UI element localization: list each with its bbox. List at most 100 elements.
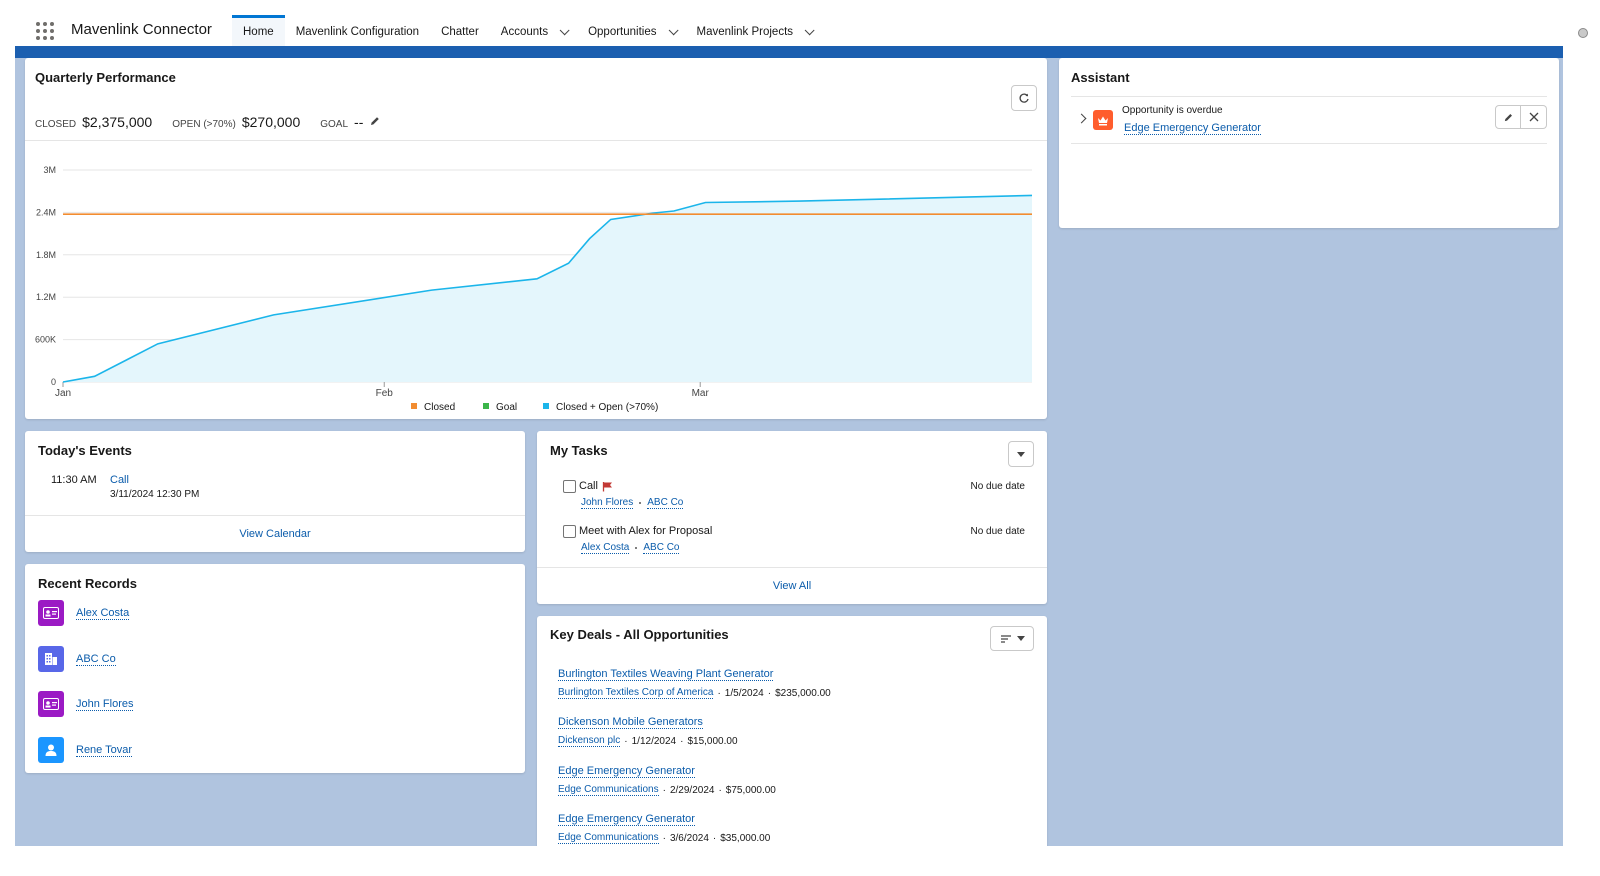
list-item: Edge Emergency Generator Edge Communicat…: [558, 809, 770, 844]
list-item: Alex Costa: [38, 600, 130, 626]
account-icon: [38, 646, 64, 672]
deal-link[interactable]: Burlington Textiles Weaving Plant Genera…: [558, 668, 774, 681]
contact-icon: [38, 600, 64, 626]
task-due-date: No due date: [970, 481, 1026, 492]
tab-opportunities[interactable]: Opportunities: [577, 15, 685, 46]
series-area: [63, 195, 1032, 382]
app-launcher-icon[interactable]: [36, 22, 54, 40]
deal-amount: $235,000.00: [775, 687, 831, 699]
tasks-menu-button[interactable]: [1008, 441, 1034, 467]
filter-list-icon: [1000, 634, 1011, 643]
assistant-item-text: Opportunity is overdue: [1122, 105, 1223, 116]
contact-icon: [38, 691, 64, 717]
task-what-link[interactable]: ABC Co: [647, 497, 684, 509]
todays-events-card: Today's Events 11:30 AM Call 3/11/2024 1…: [25, 431, 525, 552]
list-item: ABC Co: [38, 646, 116, 672]
chevron-down-icon[interactable]: [668, 24, 679, 35]
close-icon: [1529, 112, 1538, 122]
deals-filter-button[interactable]: [990, 626, 1034, 651]
record-link[interactable]: Rene Tovar: [76, 744, 133, 757]
legend-swatch: [483, 403, 489, 409]
record-link[interactable]: John Flores: [76, 698, 134, 711]
deal-account-link[interactable]: Burlington Textiles Corp of America: [558, 687, 714, 699]
list-item: Dickenson Mobile Generators Dickenson pl…: [558, 712, 738, 747]
chevron-right-icon[interactable]: [1076, 113, 1087, 124]
assistant-item-link[interactable]: Edge Emergency Generator: [1124, 122, 1261, 135]
deal-amount: $35,000.00: [720, 832, 771, 844]
performance-chart: 0 600K 1.2M 1.8M 2.4M 3M Jan Feb Mar Closed Goal Cl…: [35, 165, 1033, 413]
event-link[interactable]: Call: [110, 474, 129, 486]
tab-mavenlink-configuration[interactable]: Mavenlink Configuration: [285, 15, 430, 46]
user-icon: [38, 737, 64, 763]
assistant-item: Opportunity is overdue Edge Emergency Ge…: [1071, 96, 1547, 144]
chevron-down-icon[interactable]: [559, 24, 570, 35]
assistant-card: Assistant Opportunity is overdue Edge Em…: [1059, 58, 1559, 228]
task-title-text: Meet with Alex for Proposal: [579, 525, 713, 537]
tab-home[interactable]: Home: [232, 15, 285, 46]
deal-meta: Dickenson plc · 1/12/2024 · $15,000.00: [558, 735, 738, 747]
task-checkbox[interactable]: [563, 480, 576, 493]
deal-date: 1/12/2024: [631, 735, 677, 747]
deal-link[interactable]: Edge Emergency Generator: [558, 765, 695, 778]
deal-account-link[interactable]: Dickenson plc: [558, 735, 621, 747]
task-title-text: Call: [579, 480, 598, 492]
task-related: John Flores ABC Co: [581, 497, 684, 509]
tab-mavenlink-projects[interactable]: Mavenlink Projects: [686, 15, 823, 46]
y-tick-label: 1.2M: [36, 292, 56, 302]
deal-account-link[interactable]: Edge Communications: [558, 784, 659, 796]
edit-button[interactable]: [1495, 105, 1521, 129]
deal-link[interactable]: Dickenson Mobile Generators: [558, 716, 703, 729]
list-item: Edge Emergency Generator Edge Communicat…: [558, 761, 776, 796]
my-tasks-card: My Tasks Call No due date John Flores AB…: [537, 431, 1047, 604]
event-time: 11:30 AM: [51, 474, 97, 486]
card-title: My Tasks: [550, 443, 608, 458]
link-label: View Calendar: [239, 528, 311, 540]
task-who-link[interactable]: Alex Costa: [581, 542, 630, 554]
deal-date: 1/5/2024: [724, 687, 764, 699]
separator: ·: [717, 687, 721, 699]
separator: ·: [712, 832, 717, 844]
task-due-date: No due date: [970, 526, 1026, 537]
tab-accounts[interactable]: Accounts: [490, 15, 577, 46]
flag-icon: [602, 481, 612, 491]
separator: ·: [662, 832, 666, 844]
list-item: John Flores: [38, 691, 134, 717]
task-checkbox[interactable]: [563, 525, 576, 538]
task-related: Alex Costa ABC Co: [581, 542, 680, 554]
tab-label: Opportunities: [588, 26, 657, 38]
view-calendar-link[interactable]: View Calendar: [25, 528, 525, 540]
chevron-down-icon[interactable]: [804, 24, 815, 35]
view-all-link[interactable]: View All: [537, 580, 1047, 592]
deal-meta: Edge Communications · 2/29/2024 · $75,00…: [558, 784, 776, 796]
record-link[interactable]: Alex Costa: [76, 607, 130, 620]
separator: ·: [662, 784, 666, 796]
event-datetime: 3/11/2024 12:30 PM: [110, 489, 200, 500]
separator: ·: [718, 784, 722, 796]
task-what-link[interactable]: ABC Co: [643, 542, 680, 554]
legend-label: Closed: [424, 402, 455, 413]
tab-chatter[interactable]: Chatter: [430, 15, 490, 46]
task-title: Meet with Alex for Proposal: [579, 525, 712, 537]
x-tick-label: Mar: [692, 388, 710, 399]
nav-tabs: Home Mavenlink Configuration Chatter Acc…: [232, 15, 822, 46]
key-deals-card: Key Deals - All Opportunities Burlington…: [537, 616, 1047, 856]
deal-link[interactable]: Edge Emergency Generator: [558, 813, 695, 826]
dismiss-button[interactable]: [1521, 105, 1547, 129]
chevron-down-icon: [1017, 451, 1025, 457]
status-indicator-icon: [1578, 28, 1588, 38]
tab-label: Chatter: [441, 26, 479, 38]
record-link[interactable]: ABC Co: [76, 653, 116, 666]
assistant-actions: [1495, 105, 1547, 129]
chevron-down-icon: [1016, 636, 1025, 641]
deal-account-link[interactable]: Edge Communications: [558, 832, 659, 844]
tab-label: Accounts: [500, 26, 549, 38]
quarterly-performance-card: Quarterly Performance CLOSED $2,375,000 …: [25, 58, 1047, 419]
task-who-link[interactable]: John Flores: [581, 497, 634, 509]
deal-date: 2/29/2024: [669, 784, 715, 796]
y-tick-label: 600K: [35, 335, 56, 345]
y-tick-label: 2.4M: [36, 207, 56, 217]
left-margin: [0, 46, 15, 876]
x-tick-label: Feb: [376, 388, 394, 399]
link-label: View All: [772, 580, 812, 592]
task-title: Call: [579, 480, 613, 492]
